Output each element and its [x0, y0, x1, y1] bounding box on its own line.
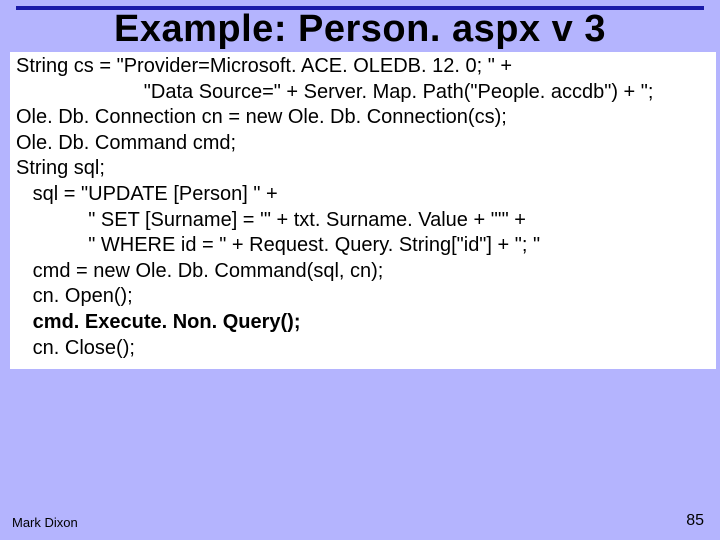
code-line: cn. Open(); [16, 284, 710, 310]
footer-page-number: 85 [686, 512, 704, 530]
slide-title: Example: Person. aspx v 3 [0, 8, 720, 51]
code-line: "Data Source=" + Server. Map. Path("Peop… [16, 80, 710, 106]
code-line: cmd = new Ole. Db. Command(sql, cn); [16, 259, 710, 285]
code-line: sql = "UPDATE [Person] " + [16, 182, 710, 208]
footer-author: Mark Dixon [12, 515, 78, 530]
code-line: Ole. Db. Connection cn = new Ole. Db. Co… [16, 105, 710, 131]
code-box: String cs = "Provider=Microsoft. ACE. OL… [10, 52, 716, 369]
code-line: String cs = "Provider=Microsoft. ACE. OL… [16, 54, 710, 80]
code-line: Ole. Db. Command cmd; [16, 131, 710, 157]
code-line: cn. Close(); [16, 336, 710, 362]
code-line: String sql; [16, 156, 710, 182]
code-line-emphasis: cmd. Execute. Non. Query(); [16, 310, 710, 336]
code-line: " WHERE id = " + Request. Query. String[… [16, 233, 710, 259]
slide: Example: Person. aspx v 3 String cs = "P… [0, 0, 720, 540]
code-line: " SET [Surname] = '" + txt. Surname. Val… [16, 208, 710, 234]
